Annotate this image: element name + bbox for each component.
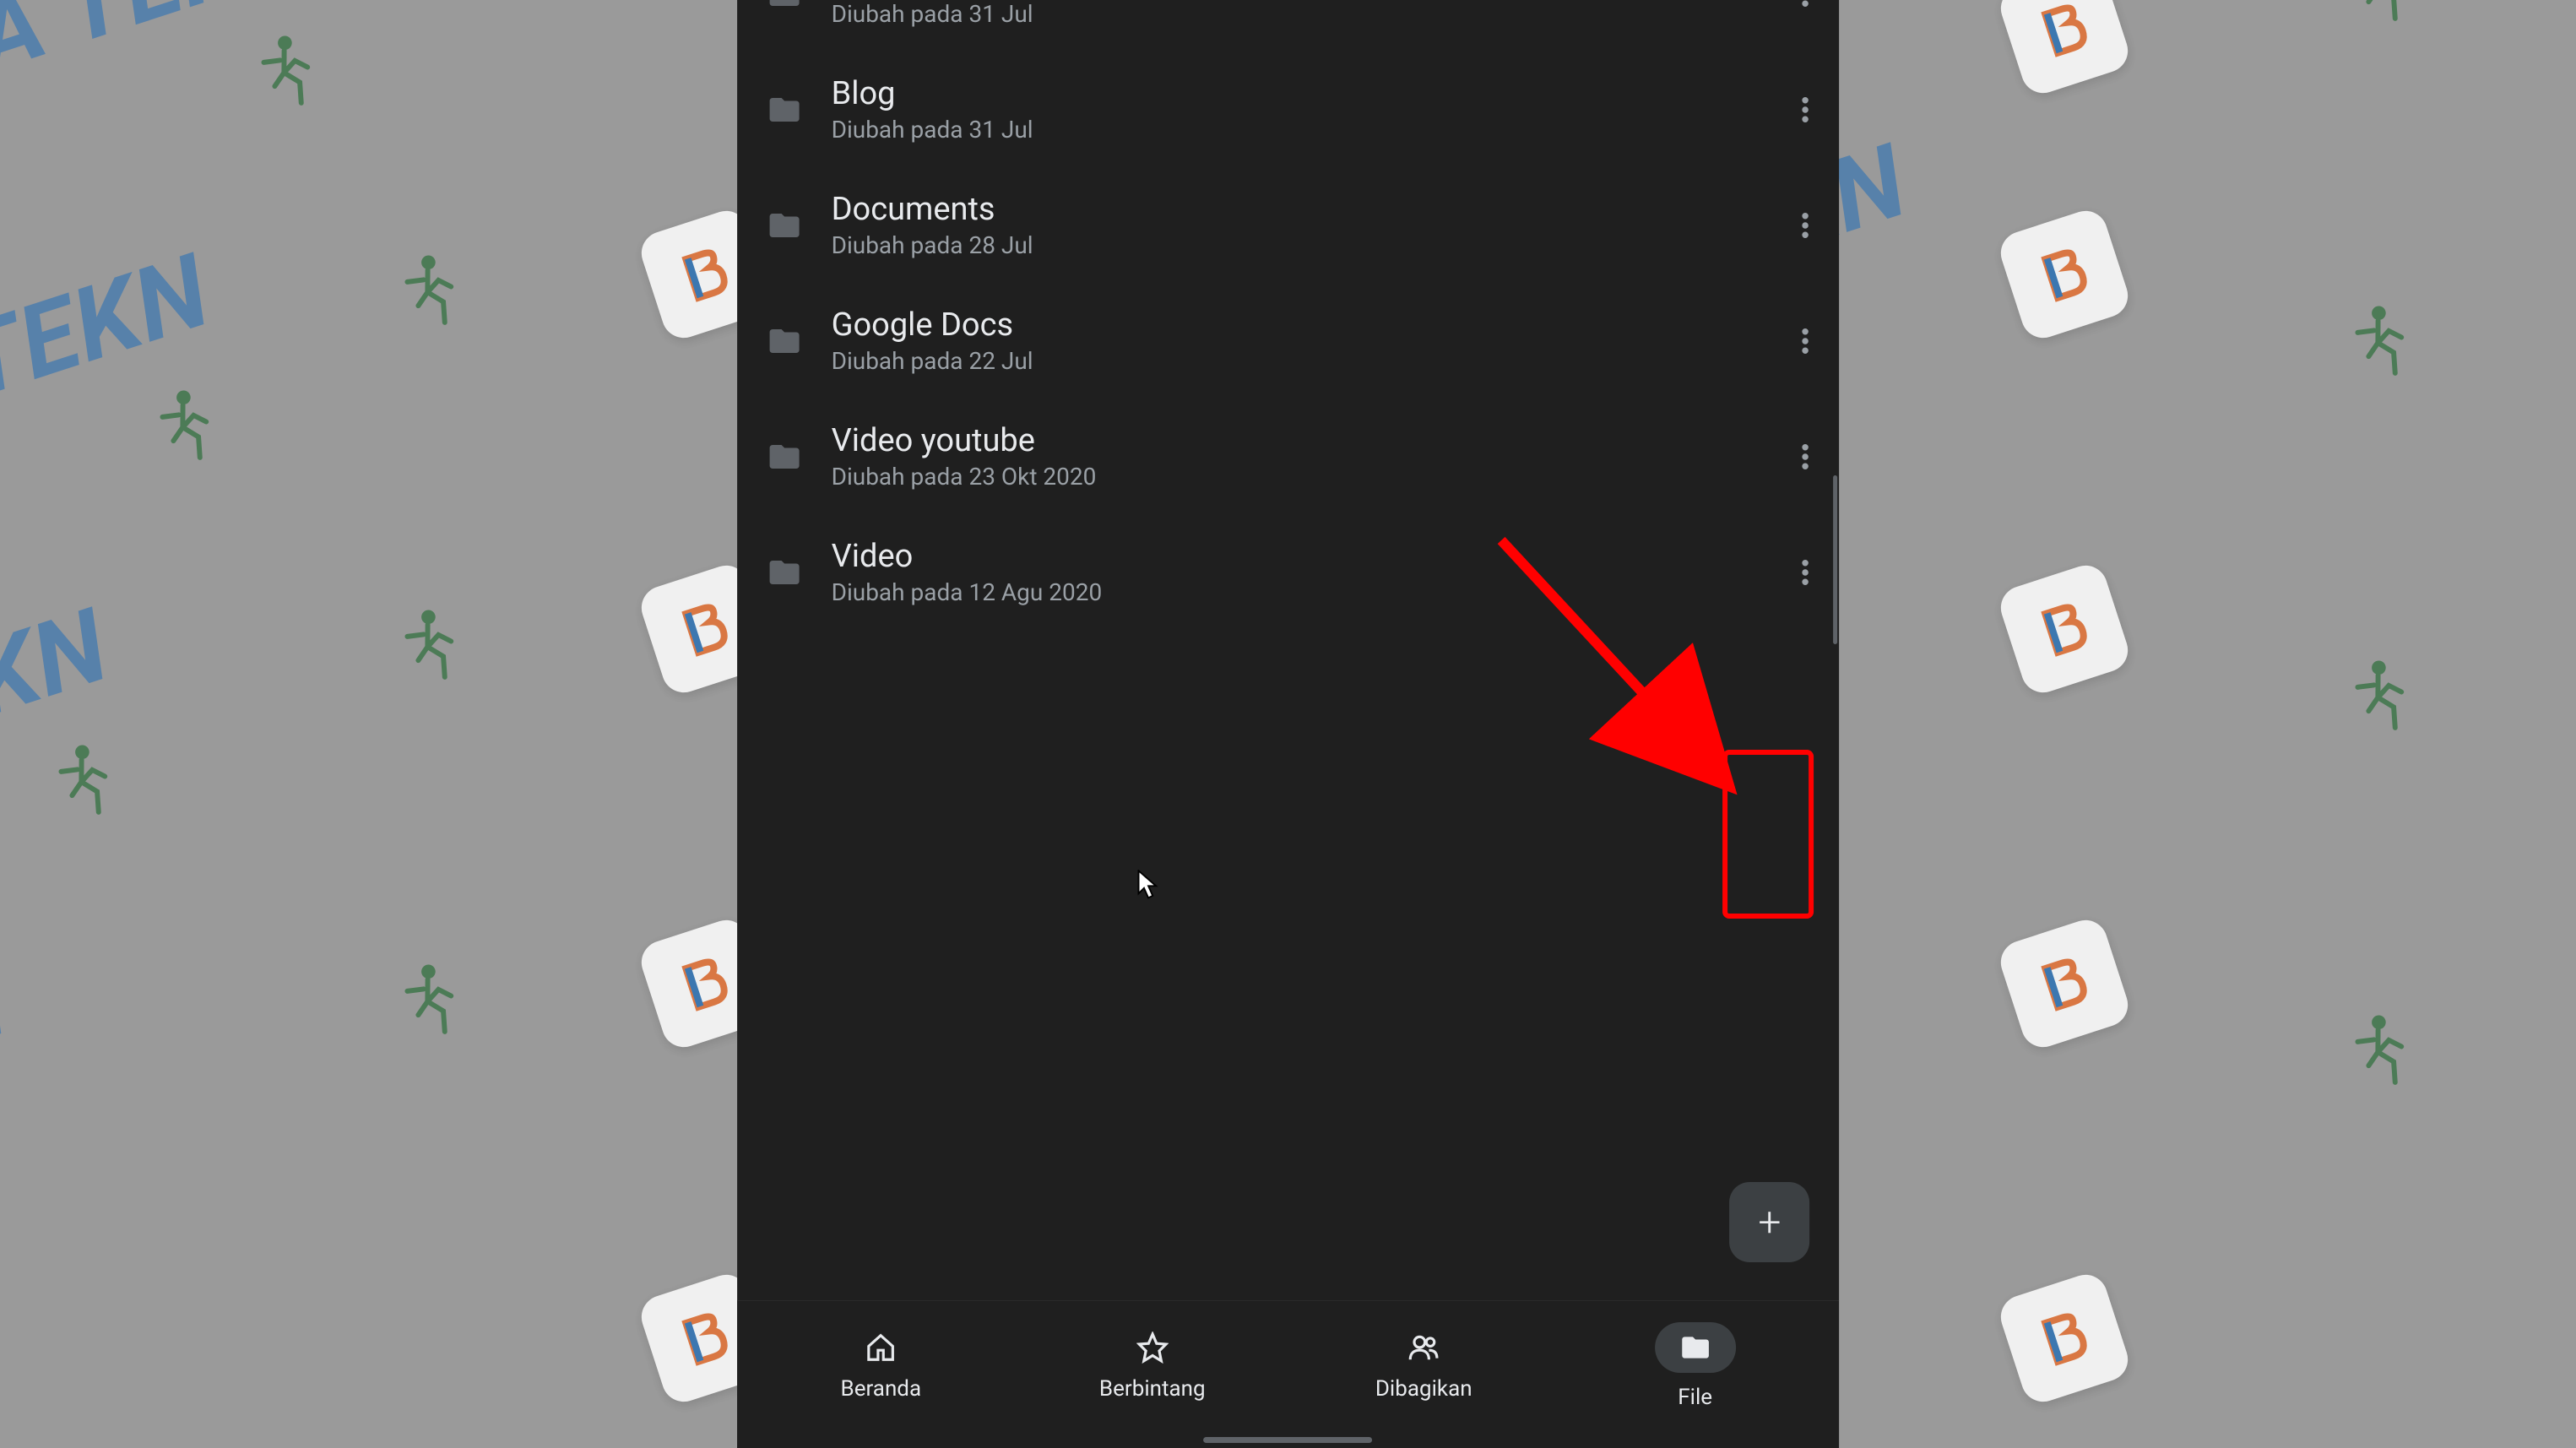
more-menu-video-youtube[interactable] bbox=[1788, 440, 1822, 474]
nav-label: Beranda bbox=[841, 1376, 922, 1402]
folder-icon bbox=[762, 208, 806, 243]
nav-shared[interactable]: Dibagikan bbox=[1288, 1331, 1559, 1402]
people-icon bbox=[1407, 1331, 1440, 1364]
new-file-fab[interactable]: + bbox=[1729, 1182, 1809, 1262]
folder-name: Google Docs bbox=[832, 306, 1764, 344]
folder-icon bbox=[762, 0, 806, 12]
folder-row[interactable]: Documents Diubah pada 28 Jul bbox=[762, 167, 1823, 283]
folder-meta: Diubah pada 12 Agu 2020 bbox=[832, 578, 1764, 606]
folder-icon bbox=[762, 439, 806, 475]
file-list[interactable]: Arsip Diubah pada 31 Jul Blog Diubah pad… bbox=[737, 0, 1840, 1300]
folder-icon bbox=[762, 555, 806, 590]
folder-row[interactable]: Blog Diubah pada 31 Jul bbox=[762, 52, 1823, 167]
more-menu-button[interactable] bbox=[1788, 324, 1822, 358]
folder-meta: Diubah pada 28 Jul bbox=[832, 231, 1764, 259]
folder-meta: Diubah pada 31 Jul bbox=[832, 0, 1764, 28]
folder-icon bbox=[762, 323, 806, 359]
folder-meta: Diubah pada 22 Jul bbox=[832, 347, 1764, 375]
more-menu-button[interactable] bbox=[1788, 209, 1822, 242]
scrollbar[interactable] bbox=[1833, 0, 1837, 1187]
folder-meta: Diubah pada 23 Okt 2020 bbox=[832, 463, 1764, 491]
more-menu-button[interactable] bbox=[1788, 93, 1822, 127]
folder-row[interactable]: Video youtube Diubah pada 23 Okt 2020 bbox=[762, 399, 1823, 514]
nav-label: Berbintang bbox=[1099, 1376, 1206, 1402]
folder-row[interactable]: Arsip Diubah pada 31 Jul bbox=[762, 0, 1823, 52]
nav-files[interactable]: File bbox=[1559, 1322, 1830, 1410]
nav-home[interactable]: Beranda bbox=[746, 1331, 1017, 1402]
folder-name: Blog bbox=[832, 75, 1764, 112]
nav-starred[interactable]: Berbintang bbox=[1017, 1331, 1288, 1402]
home-icon bbox=[864, 1331, 898, 1364]
nav-label: File bbox=[1678, 1385, 1712, 1410]
folder-icon bbox=[1678, 1331, 1712, 1364]
folder-row[interactable]: Video Diubah pada 12 Agu 2020 bbox=[762, 514, 1823, 630]
bottom-navigation: Beranda Berbintang Dibagikan File bbox=[737, 1300, 1840, 1448]
watermark-logo-icon bbox=[1995, 914, 2134, 1053]
watermark-logo-icon bbox=[1995, 205, 2134, 344]
gesture-handle[interactable] bbox=[1204, 1437, 1373, 1443]
folder-name: Documents bbox=[832, 191, 1764, 228]
watermark-logo-icon bbox=[1995, 0, 2134, 99]
watermark-logo-icon bbox=[1995, 1269, 2134, 1407]
folder-name: Video youtube bbox=[832, 422, 1764, 459]
more-menu-button[interactable] bbox=[1788, 556, 1822, 589]
folder-meta: Diubah pada 31 Jul bbox=[832, 116, 1764, 144]
folder-icon bbox=[762, 92, 806, 127]
folder-name: Video bbox=[832, 538, 1764, 575]
phone-screen: Arsip Diubah pada 31 Jul Blog Diubah pad… bbox=[737, 0, 1840, 1448]
watermark-logo-icon bbox=[1995, 560, 2134, 698]
folder-row[interactable]: Google Docs Diubah pada 22 Jul bbox=[762, 283, 1823, 399]
star-icon bbox=[1136, 1331, 1169, 1364]
plus-icon: + bbox=[1758, 1202, 1781, 1243]
nav-label: Dibagikan bbox=[1375, 1376, 1472, 1402]
more-menu-button[interactable] bbox=[1788, 0, 1822, 11]
